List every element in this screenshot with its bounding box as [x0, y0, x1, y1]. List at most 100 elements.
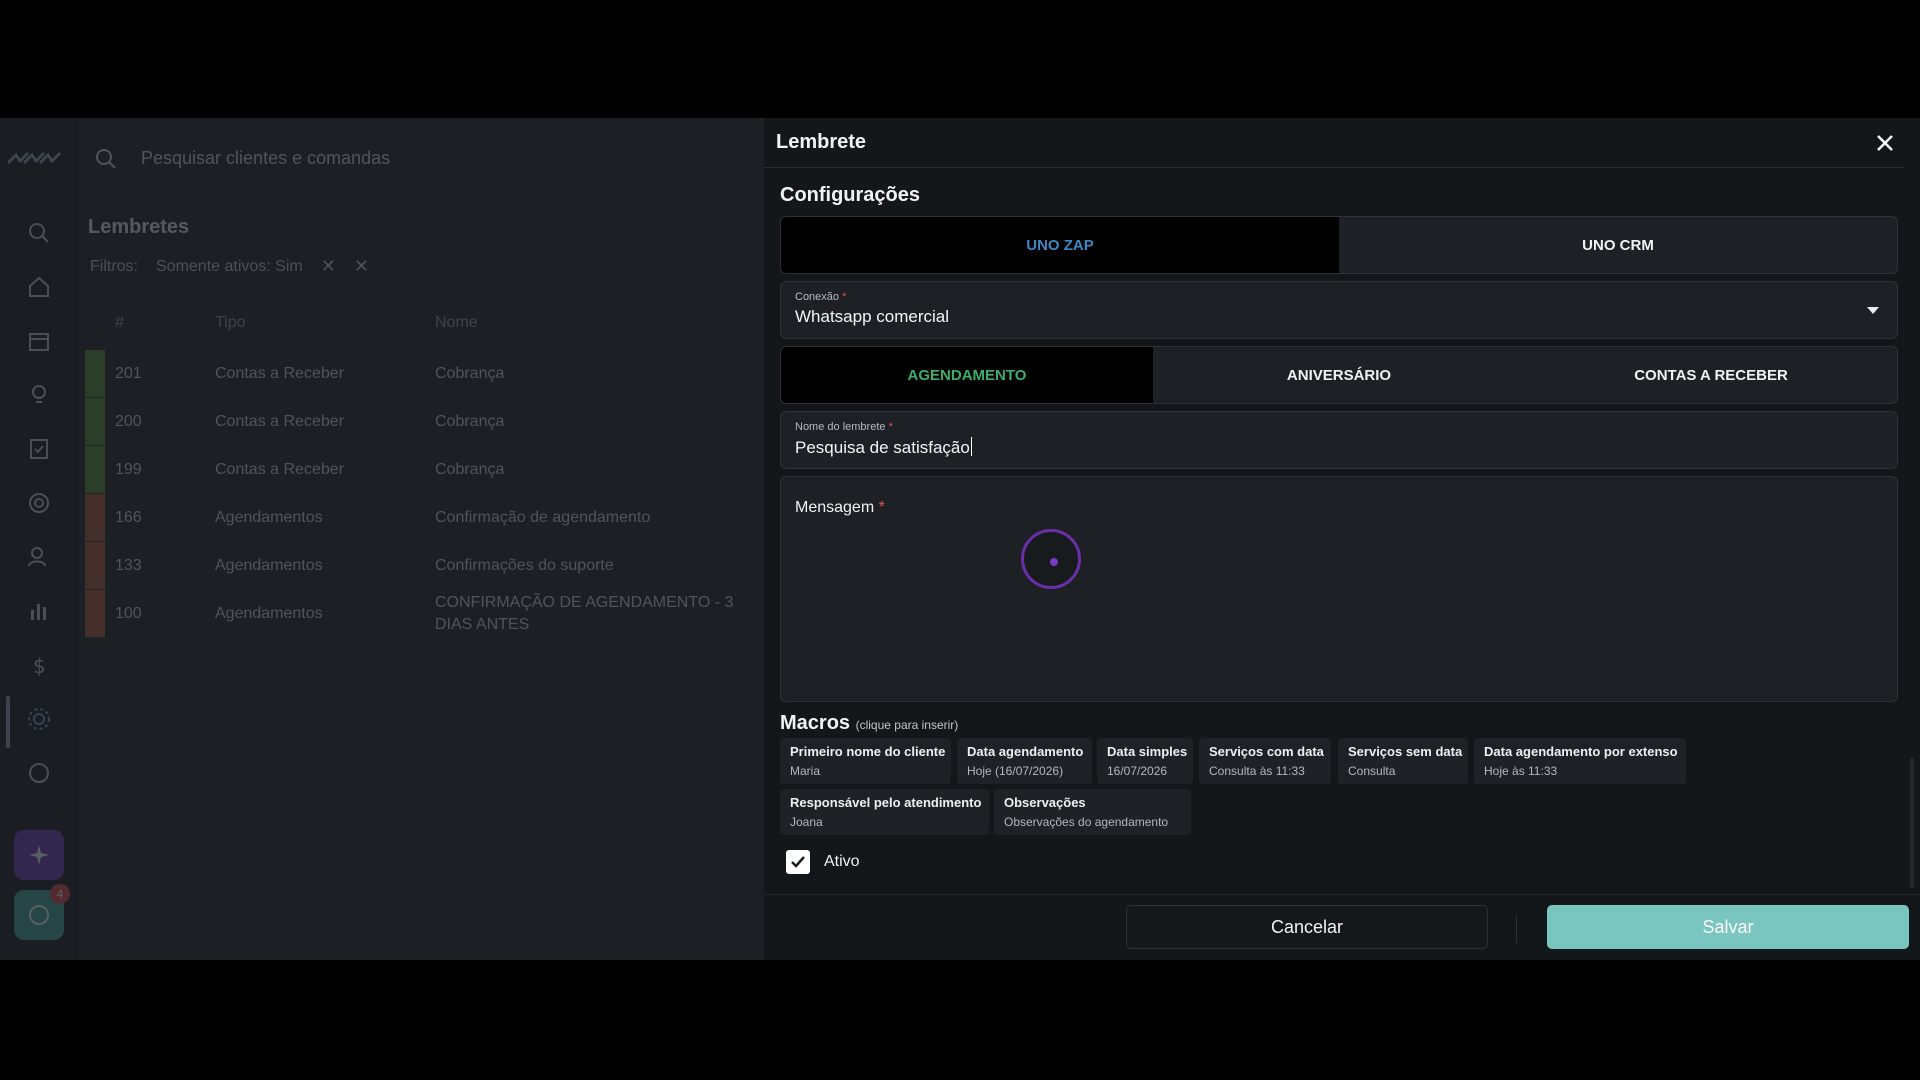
row-name: CONFIRMAÇÃO DE AGENDAMENTO - 3 DIAS ANTE… [435, 593, 734, 633]
cancel-button[interactable]: Cancelar [1126, 905, 1488, 949]
lightbulb-icon[interactable] [26, 382, 52, 408]
row-color-strip [85, 350, 105, 397]
calendar-icon[interactable] [26, 328, 52, 354]
table-row[interactable]: 201 Contas a Receber Cobrança [85, 350, 785, 398]
target-icon[interactable] [26, 490, 52, 516]
table-row[interactable]: 100 Agendamentos CONFIRMAÇÃO DE AGENDAME… [85, 590, 785, 638]
row-type: Contas a Receber [215, 460, 344, 478]
reminder-drawer: Lembrete Configurações UNO ZAP UNO CRM C… [764, 118, 1920, 960]
drawer-header: Lembrete [764, 118, 1904, 168]
macros-hint: (clique para inserir) [855, 718, 959, 732]
table-header: # Tipo Nome [85, 296, 785, 350]
table-row[interactable]: 199 Contas a Receber Cobrança [85, 446, 785, 494]
macro-chip[interactable]: Serviços sem data Consulta [1338, 738, 1468, 784]
row-name: Cobrança [435, 460, 505, 478]
svg-text:$: $ [33, 654, 46, 678]
connection-label: Conexão * [795, 291, 847, 303]
search-icon [96, 149, 116, 169]
checklist-icon[interactable] [26, 436, 52, 462]
platform-tabs: UNO ZAP UNO CRM [780, 216, 1898, 274]
row-type: Agendamentos [215, 508, 323, 526]
tab-aniversario[interactable]: ANIVERSÁRIO [1153, 347, 1525, 403]
row-name: Cobrança [435, 412, 505, 430]
tab-contas-a-receber[interactable]: CONTAS A RECEBER [1525, 347, 1897, 403]
macro-chip[interactable]: Data agendamento por extenso Hoje às 11:… [1474, 738, 1686, 784]
table-row[interactable]: 133 Agendamentos Confirmações do suporte [85, 542, 785, 590]
filter-chip: Somente ativos: Sim [156, 257, 303, 275]
macro-chip[interactable]: Serviços com data Consulta às 11:33 [1199, 738, 1331, 784]
message-field[interactable]: Mensagem * [780, 476, 1898, 702]
active-indicator [6, 696, 10, 748]
row-name: Confirmação de agendamento [435, 508, 651, 526]
section-title: Configurações [780, 184, 921, 206]
row-type: Contas a Receber [215, 412, 344, 430]
close-button[interactable] [1872, 130, 1898, 156]
check-icon [791, 856, 805, 868]
row-color-strip [85, 494, 105, 541]
reminders-table: # Tipo Nome 201 Contas a Receber Cobranç… [85, 296, 785, 638]
ai-sparkle-button[interactable] [14, 830, 64, 880]
app-window: $ 4 Pesquisar clientes e comandas Lembre… [0, 118, 1920, 960]
connection-value: Whatsapp comercial [795, 307, 950, 326]
row-id: 100 [115, 604, 142, 622]
connection-select[interactable]: Conexão * Whatsapp comercial [780, 281, 1898, 339]
tab-uno-zap[interactable]: UNO ZAP [781, 217, 1339, 273]
footer-separator [1516, 915, 1517, 943]
column-header: Tipo [215, 314, 246, 331]
macro-chip[interactable]: Primeiro nome do cliente Maria [780, 738, 951, 784]
reminder-name-field[interactable]: Nome do lembrete * Pesquisa de satisfaçã… [780, 411, 1898, 469]
column-header: Nome [435, 314, 478, 331]
reminder-name-label: Nome do lembrete * [795, 421, 893, 433]
row-type: Agendamentos [215, 556, 323, 574]
click-indicator [1021, 529, 1081, 589]
reminder-name-value: Pesquisa de satisfação [795, 437, 972, 457]
row-id: 201 [115, 364, 142, 382]
save-button[interactable]: Salvar [1547, 905, 1909, 949]
settings-gear-icon[interactable] [26, 706, 52, 732]
tab-uno-crm[interactable]: UNO CRM [1339, 217, 1897, 273]
row-color-strip [85, 398, 105, 445]
chat-support-button[interactable]: 4 [14, 884, 70, 940]
home-icon[interactable] [26, 274, 52, 300]
scrollbar[interactable] [1910, 758, 1914, 888]
macro-chip[interactable]: Data simples 16/07/2026 [1097, 738, 1193, 784]
app-logo [8, 151, 62, 165]
cursor-dot [1050, 558, 1058, 566]
table-row[interactable]: 166 Agendamentos Confirmação de agendame… [85, 494, 785, 542]
side-navigation: $ 4 [0, 118, 79, 960]
text-caret [970, 437, 972, 456]
active-checkbox[interactable]: Ativo [786, 850, 860, 874]
row-name: Confirmações do suporte [435, 556, 614, 574]
table-row[interactable]: 200 Contas a Receber Cobrança [85, 398, 785, 446]
row-id: 200 [115, 412, 142, 430]
row-id: 133 [115, 556, 142, 574]
checkbox-checked[interactable] [786, 850, 810, 874]
macro-chip[interactable]: Observações Observações do agendamento [994, 789, 1191, 835]
coin-icon[interactable] [26, 760, 52, 786]
page-title: Lembretes [88, 216, 190, 238]
tab-agendamento[interactable]: AGENDAMENTO [781, 347, 1153, 403]
message-label: Mensagem * [795, 499, 885, 516]
users-icon[interactable] [26, 544, 52, 570]
row-type: Agendamentos [215, 604, 323, 622]
macro-chip[interactable]: Responsável pelo atendimento Joana [780, 789, 989, 835]
row-id: 199 [115, 460, 142, 478]
filters-bar: Filtros: Somente ativos: Sim ✕ ✕ [90, 256, 369, 277]
footer-divider [764, 894, 1920, 895]
row-id: 166 [115, 508, 142, 526]
row-color-strip [85, 590, 105, 637]
remove-filter-icon[interactable]: ✕ [321, 256, 336, 277]
bar-chart-icon[interactable] [26, 598, 52, 624]
clear-filters-icon[interactable]: ✕ [354, 256, 369, 277]
drawer-title: Lembrete [776, 131, 867, 153]
global-search-input[interactable]: Pesquisar clientes e comandas [141, 148, 390, 169]
macro-chip[interactable]: Data agendamento Hoje (16/07/2026) [957, 738, 1092, 784]
search-icon[interactable] [26, 220, 52, 246]
dollar-icon[interactable]: $ [26, 652, 52, 678]
row-name: Cobrança [435, 364, 505, 382]
row-color-strip [85, 446, 105, 493]
row-type: Contas a Receber [215, 364, 344, 382]
chat-icon [29, 905, 49, 925]
macros-title: Macros (clique para inserir) [780, 712, 959, 734]
notification-badge: 4 [50, 884, 70, 904]
